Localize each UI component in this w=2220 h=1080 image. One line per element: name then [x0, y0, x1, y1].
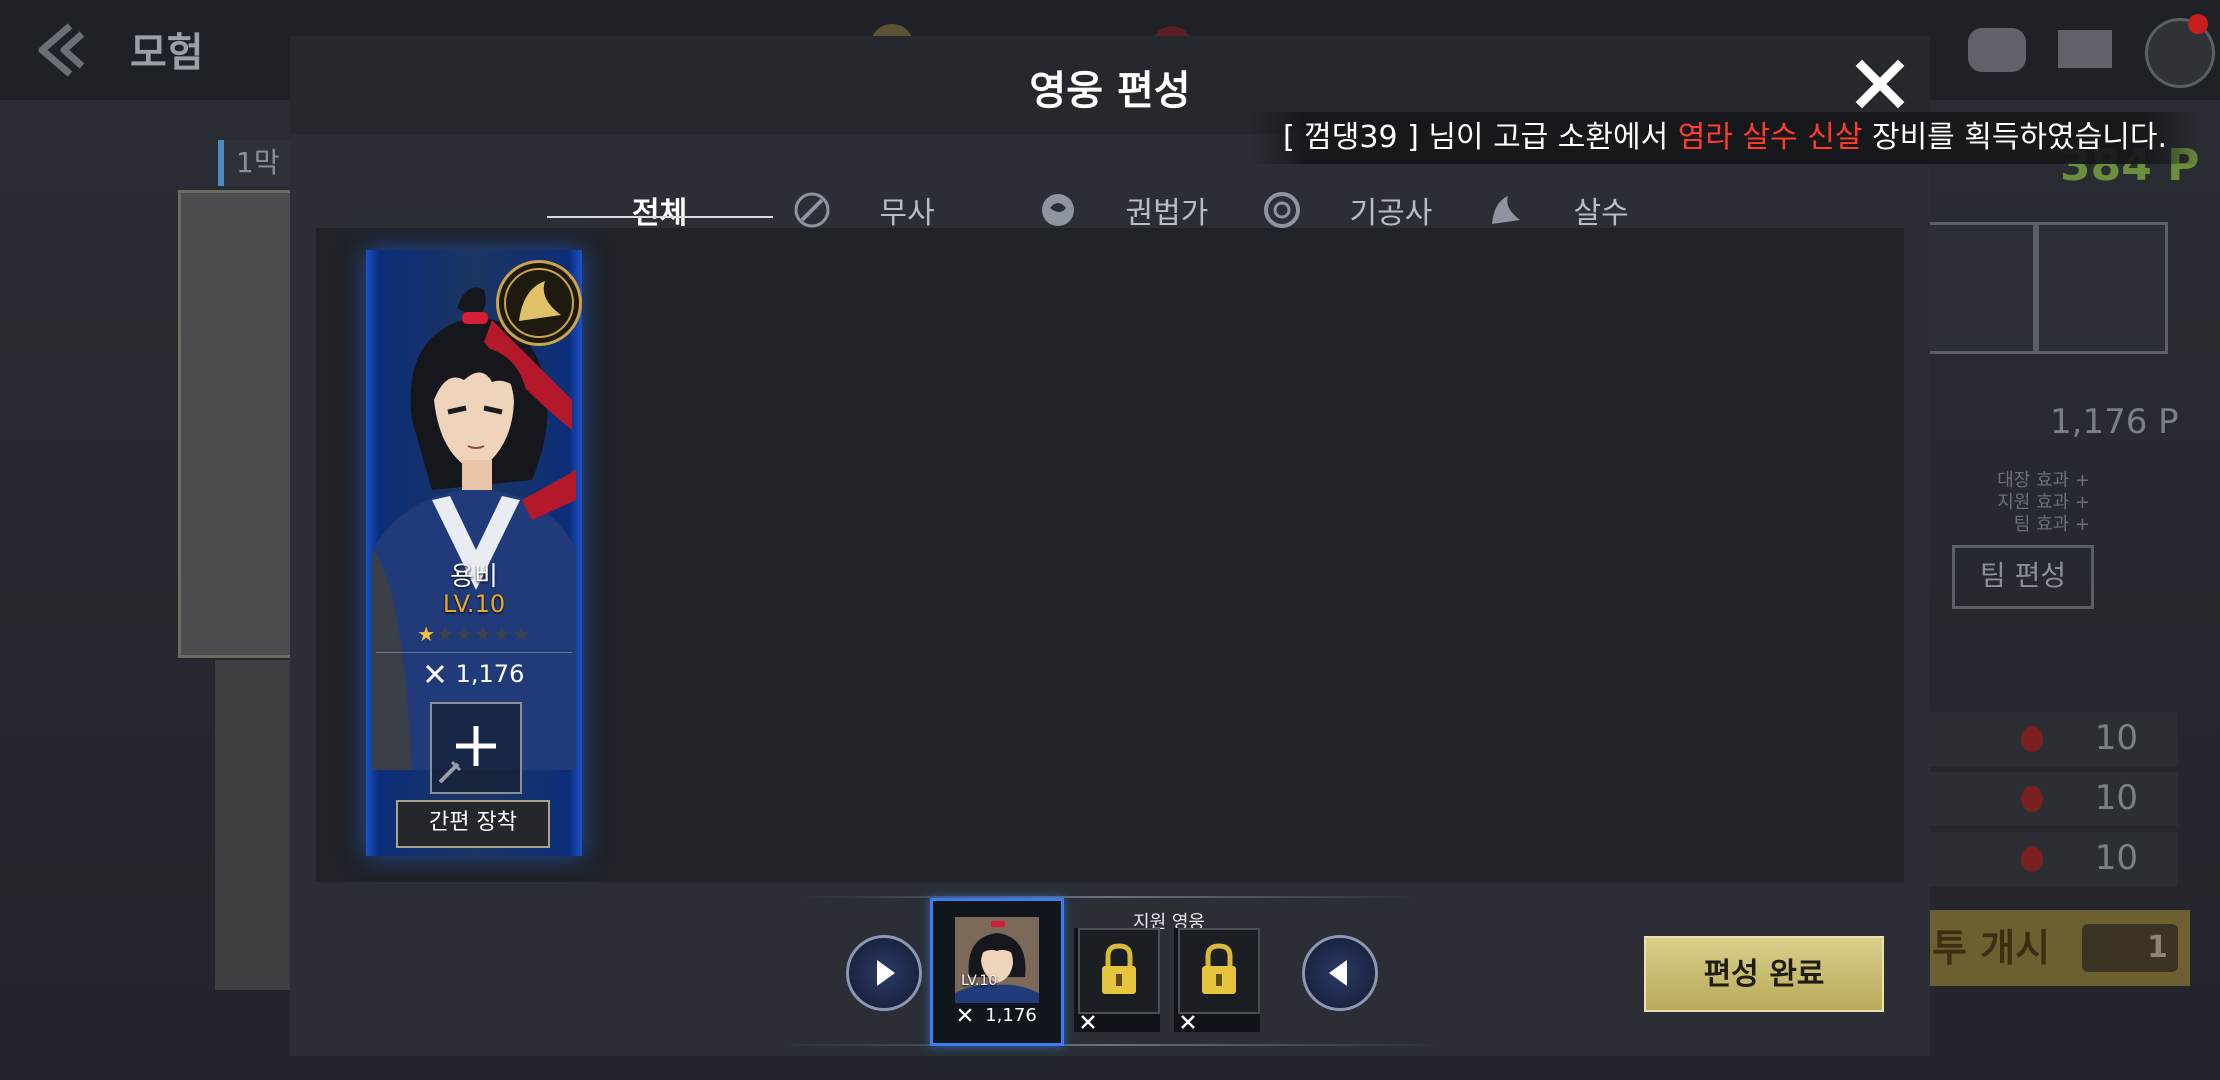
effect-team: 팀 효과 +	[2013, 514, 2090, 535]
battle-start-label: 투 개시	[1932, 926, 2051, 970]
mail-icon	[2058, 30, 2112, 68]
ruby-icon	[2021, 846, 2043, 872]
tab-underline	[547, 216, 773, 218]
star-filled-icon: ★	[417, 622, 437, 646]
leader-slot[interactable]: LV.10 1,176	[930, 898, 1064, 1046]
lineup-divider-bottom	[780, 1044, 1440, 1046]
background-row: 10	[1928, 772, 2178, 828]
ruby-icon	[2021, 786, 2043, 812]
notice-highlight: 염라 살수 신살	[1677, 120, 1863, 155]
silver-ingot-slot	[2036, 222, 2168, 354]
crossed-swords-icon	[1181, 1015, 1195, 1029]
battle-start-cost: 1	[2082, 924, 2178, 972]
arrow-left-icon	[1329, 960, 1347, 986]
close-icon[interactable]	[1852, 56, 1908, 112]
notice-banner: [ 껌댕39 ] 님이 고급 소환에서 염라 살수 신살 장비를 획득하였습니다…	[1250, 112, 2200, 164]
qi-class-icon	[1264, 192, 1300, 228]
star-empty-icon: ★	[436, 622, 456, 646]
lineup-next-button[interactable]	[846, 935, 922, 1011]
battle-start-button: 투 개시 1	[1922, 910, 2190, 986]
effect-leader: 대장 효과 +	[1997, 470, 2090, 491]
lock-icon	[1202, 943, 1236, 994]
support-slot-locked[interactable]	[1074, 928, 1160, 1032]
notice-prefix: [ 껌댕39 ] 님이 고급 소환에서	[1282, 120, 1678, 155]
plus-icon	[438, 726, 496, 784]
assassin-class-emblem-icon	[496, 260, 582, 346]
crossed-swords-icon	[958, 1008, 972, 1022]
hero-level: LV.10	[442, 590, 506, 618]
notification-dot-icon	[2188, 14, 2208, 34]
hero-power-value: 1,176	[455, 660, 525, 688]
fist-class-icon	[1042, 194, 1074, 226]
assassin-class-icon	[1492, 196, 1520, 224]
card-divider	[376, 652, 572, 653]
equip-slot[interactable]	[430, 702, 522, 794]
star-empty-icon: ★	[511, 622, 531, 646]
chat-icon	[1968, 28, 2026, 72]
background-title: 모험	[130, 30, 204, 76]
team-edit-button: 팀 편성	[1952, 545, 2094, 609]
leader-power-value: 1,176	[985, 1005, 1037, 1026]
star-empty-icon: ★	[455, 622, 474, 646]
lock-icon	[1102, 943, 1136, 994]
support-slot-locked[interactable]	[1174, 928, 1260, 1032]
background-row: 10	[1928, 832, 2178, 888]
background-row: 10	[1928, 712, 2178, 768]
hero-card[interactable]: 용비 LV.10 ★★★★★★ 1,176 간편 장착	[366, 250, 582, 856]
arrow-right-icon	[877, 960, 895, 986]
hero-name: 용비	[450, 562, 498, 592]
lineup-divider-top	[800, 896, 1420, 898]
leader-portrait	[955, 917, 1039, 1003]
finish-formation-button[interactable]: 편성 완료	[1644, 936, 1884, 1012]
star-empty-icon: ★	[474, 622, 493, 646]
crossed-swords-icon	[1081, 1015, 1095, 1029]
quick-equip-button[interactable]: 간편 장착	[396, 800, 550, 848]
notice-suffix: 장비를 획득하였습니다.	[1862, 120, 2168, 155]
modal-title: 영웅 편성	[1029, 68, 1191, 114]
leader-power: 1,176	[933, 1005, 1061, 1026]
hero-stars: ★★★★★★	[366, 622, 582, 646]
leader-level: LV.10	[961, 973, 998, 989]
hero-power: 1,176	[366, 660, 582, 688]
sword-class-icon	[794, 192, 830, 228]
ruby-icon	[2021, 726, 2043, 752]
locked-slot-frame	[1078, 928, 1160, 1014]
background-power: 1,176 P	[2050, 402, 2179, 442]
locked-slot-frame	[1178, 928, 1260, 1014]
crossed-swords-icon	[425, 664, 444, 684]
lineup-prev-button[interactable]	[1302, 935, 1378, 1011]
background-effects: 대장 효과 + 지원 효과 + 팀 효과 +	[1960, 470, 2090, 536]
back-icon	[38, 23, 85, 77]
effect-support: 지원 효과 +	[1997, 492, 2090, 513]
star-empty-icon: ★	[492, 622, 512, 646]
